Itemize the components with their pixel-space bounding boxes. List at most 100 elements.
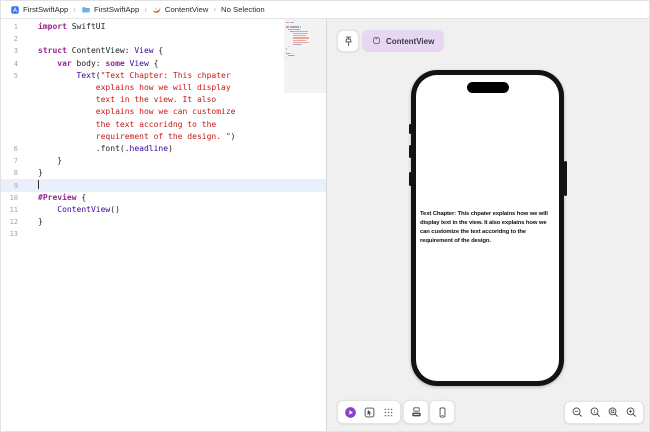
code-line[interactable]: 12} [1, 216, 326, 228]
app-project-icon [10, 5, 20, 15]
text-cursor [38, 180, 39, 190]
breadcrumb-label: ContentView [164, 5, 209, 14]
code-line[interactable]: 11 ContentView() [1, 204, 326, 216]
breadcrumb-label: No Selection [221, 5, 265, 14]
select-mode-button[interactable] [360, 403, 378, 421]
minimap[interactable] [284, 19, 326, 93]
pin-icon [342, 35, 355, 48]
code-line[interactable]: 8} [1, 167, 326, 179]
line-number: 5 [13, 71, 18, 80]
iphone-preview-device: Text Chapter: This chpater explains how … [408, 70, 567, 386]
code-text: explains how we will display [95, 82, 231, 92]
mute-switch [408, 124, 412, 134]
device-settings-icon [410, 406, 423, 419]
code-line[interactable]: 10 #Preview { [1, 192, 326, 204]
grid-icon [382, 406, 395, 419]
code-line[interactable]: 4 var body: some View { [1, 58, 326, 70]
zoom-controls: 1 [564, 401, 644, 424]
code-line[interactable]: requirement of the design. ") [1, 131, 326, 143]
code-text: } [38, 168, 43, 178]
zoom-actual-size-button[interactable]: 1 [586, 404, 604, 422]
preview-tab-label: ContentView [386, 36, 435, 46]
app-window-icon [372, 36, 382, 46]
pin-preview-button[interactable] [337, 30, 359, 52]
code-line[interactable]: 3 struct ContentView: View { [1, 45, 326, 57]
app-window-icon [372, 36, 381, 45]
canvas-toolbar-group [337, 400, 401, 424]
magnifier-one-icon: 1 [589, 406, 602, 419]
swift-file-icon [152, 5, 162, 15]
code-line[interactable]: explains how we can customize [1, 106, 326, 118]
code-line[interactable]: explains how we will display [1, 82, 326, 94]
volume-down-button [408, 172, 412, 186]
line-number: 12 [9, 218, 18, 227]
code-text: struct ContentView: View { [38, 46, 164, 56]
code-text [38, 179, 39, 191]
line-number: 1 [13, 23, 18, 32]
canvas-toolbar-group [429, 400, 455, 424]
line-number: 10 [9, 193, 18, 202]
play-icon [344, 406, 357, 419]
zoom-to-fit-button[interactable] [604, 404, 622, 422]
svg-text:1: 1 [593, 409, 596, 415]
line-number: 8 [13, 169, 18, 178]
code-line[interactable]: 6 .font(.headline) [1, 143, 326, 155]
live-preview-button[interactable] [341, 403, 359, 421]
code-line[interactable]: text in the view. It also [1, 94, 326, 106]
device-screen: Text Chapter: This chpater explains how … [416, 75, 559, 381]
line-number: 13 [9, 230, 18, 239]
code-text: Text("Text Chapter: This chpater [76, 70, 231, 80]
minimap-line [286, 59, 326, 61]
code-text: the text accoridng to the [95, 119, 217, 129]
breadcrumb-item-firstswiftapp[interactable]: FirstSwiftApp [10, 5, 68, 15]
breadcrumb-label: FirstSwiftApp [93, 5, 140, 14]
code-line[interactable]: 5 Text("Text Chapter: This chpater [1, 70, 326, 82]
code-line[interactable]: 7 } [1, 155, 326, 167]
preview-rendered-text: Text Chapter: This chpater explains how … [420, 211, 548, 244]
line-number: 6 [13, 144, 18, 153]
breadcrumb-separator: › [144, 5, 147, 14]
code-text: ContentView() [57, 204, 120, 214]
breadcrumb-label: FirstSwiftApp [23, 5, 69, 14]
code-text: } [38, 156, 63, 166]
editor-canvas-divider[interactable] [326, 19, 327, 431]
device-icon [436, 406, 449, 419]
code-line[interactable]: 2 [1, 33, 326, 45]
line-number: 9 [13, 181, 18, 190]
zoom-in-button[interactable] [622, 404, 640, 422]
magnifier-plus-icon [625, 406, 638, 419]
preview-tab-contentview[interactable]: ContentView [362, 30, 445, 52]
code-line[interactable]: the text accoridng to the [1, 119, 326, 131]
folder-icon [81, 5, 91, 15]
code-editor[interactable]: 1 import SwiftUI 2 3 struct ContentView: Vie… [1, 19, 326, 431]
breadcrumb-item-no-selection[interactable]: No Selection [221, 5, 265, 14]
code-line[interactable]: 13 [1, 228, 326, 240]
variants-button[interactable] [379, 403, 397, 421]
code-text: explains how we can customize [95, 107, 236, 117]
code-text: #Preview { [38, 192, 87, 202]
code-line[interactable]: 1 import SwiftUI [1, 21, 326, 33]
breadcrumb-separator: › [213, 5, 217, 14]
code-text: text in the view. It also [95, 95, 217, 105]
breadcrumb: FirstSwiftApp › FirstSwiftApp › ContentView ›… [1, 1, 649, 19]
breadcrumb-item-firstswiftapp[interactable]: FirstSwiftApp [81, 5, 139, 15]
zoom-out-button[interactable] [568, 404, 586, 422]
pointer-icon [363, 406, 376, 419]
breadcrumb-item-contentview[interactable]: ContentView [152, 5, 208, 15]
code-text: } [38, 217, 43, 226]
canvas-toolbar-group [403, 400, 429, 424]
line-number: 7 [13, 157, 18, 166]
code-text: requirement of the design. ") [95, 131, 236, 141]
code-text: .font(.headline) [38, 143, 173, 153]
line-number: 3 [13, 47, 18, 56]
code-text: import SwiftUI [38, 22, 106, 31]
volume-up-button [408, 145, 412, 158]
code-text: var body: some View { [57, 58, 159, 68]
line-number: 4 [13, 59, 18, 68]
line-number: 2 [13, 35, 18, 44]
code-line-current[interactable]: 9 [1, 179, 326, 192]
device-settings-button[interactable] [407, 403, 425, 421]
magnifier-fit-icon [607, 406, 620, 419]
power-button [563, 161, 567, 196]
device-button[interactable] [433, 403, 451, 421]
